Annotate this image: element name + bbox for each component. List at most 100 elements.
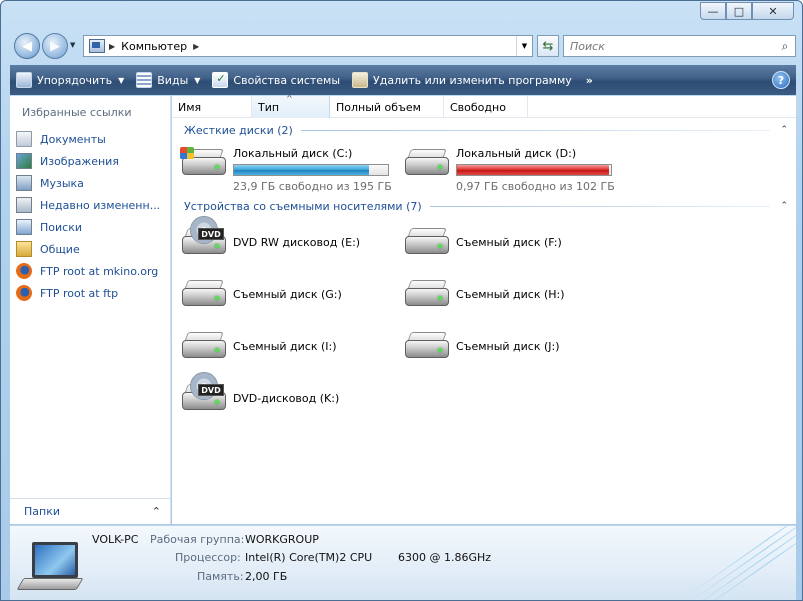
sidebar-item-public[interactable]: Общие <box>16 238 166 260</box>
group-removable[interactable]: Устройства со съемными носителями (7) ⌃ <box>184 198 788 214</box>
group-hard-disks[interactable]: Жесткие диски (2) ⌃ <box>184 122 788 138</box>
usage-bar <box>456 164 612 176</box>
collapse-icon[interactable]: ⌃ <box>780 201 788 211</box>
drive-e[interactable]: DVD DVD RW дисковод (E:) <box>180 216 400 264</box>
organize-icon <box>16 72 32 88</box>
breadcrumb-chevron-icon[interactable]: ▶ <box>109 42 115 51</box>
minimize-button[interactable]: — <box>700 2 726 20</box>
sidebar-item-label: Документы <box>40 132 106 146</box>
decorative-swoosh <box>676 526 796 600</box>
breadcrumb-computer[interactable]: Компьютер <box>121 40 187 53</box>
free-space-text: 23,9 ГБ свободно из 195 ГБ <box>233 180 392 193</box>
drive-j[interactable]: Съемный диск (J:) <box>403 324 623 368</box>
sidebar-item-label: Общие <box>40 242 80 256</box>
music-icon <box>16 175 32 191</box>
system-properties-icon <box>212 72 229 88</box>
navigation-bar: ◀ ▶ ▼ ▶ Компьютер ▶ ▼ ⇆ ⌕ <box>11 31 797 61</box>
maximize-icon: □ <box>733 4 745 18</box>
sidebar-item-label: FTP root at mkino.org <box>40 264 159 278</box>
documents-icon <box>16 131 32 147</box>
drive-d[interactable]: Локальный диск (D:) 0,97 ГБ свободно из … <box>403 141 623 193</box>
drive-f[interactable]: Съемный диск (F:) <box>403 220 623 264</box>
close-icon: ✕ <box>768 4 778 18</box>
address-bar[interactable]: ▶ Компьютер ▶ ▼ <box>83 35 533 57</box>
search-icon[interactable]: ⌕ <box>775 39 795 54</box>
firefox-icon <box>16 263 32 279</box>
firefox-icon <box>16 285 32 301</box>
workgroup-value-row: WORKGROUP <box>245 533 319 546</box>
uninstall-program-button[interactable]: Удалить или изменить программу <box>346 65 578 95</box>
sidebar-item-ftp-root[interactable]: FTP root at ftp <box>16 282 166 304</box>
cpu-value: Intel(R) Core(TM)2 CPU <box>245 551 373 564</box>
cpu-label-row: Процессор: <box>175 551 241 564</box>
system-properties-button[interactable]: Свойства системы <box>206 65 346 95</box>
cpu-model: 6300 @ 1.86GHz <box>398 551 492 564</box>
refresh-icon: ⇆ <box>542 38 554 54</box>
usage-bar <box>233 164 389 176</box>
breadcrumb-chevron-icon[interactable]: ▶ <box>193 42 199 51</box>
close-button[interactable]: ✕ <box>752 2 794 20</box>
views-button[interactable]: Виды ▼ <box>130 65 206 95</box>
computer-name: VOLK-PC <box>92 533 139 546</box>
cpu-label: Процессор: <box>175 551 241 564</box>
back-button[interactable]: ◀ <box>14 33 40 59</box>
recent-pages-dropdown[interactable]: ▼ <box>70 41 75 49</box>
sidebar-item-ftp-mkino[interactable]: FTP root at mkino.org <box>16 260 166 282</box>
removable-disk-icon <box>180 278 228 312</box>
sidebar-item-label: Поиски <box>40 220 82 234</box>
chevron-down-icon: ▼ <box>118 75 125 85</box>
navigation-pane: Избранные ссылки Документы Изображения М… <box>10 96 171 524</box>
searches-icon <box>16 219 32 235</box>
folders-toggle[interactable]: Папки ⌃ <box>10 498 171 524</box>
sidebar-item-pictures[interactable]: Изображения <box>16 150 166 172</box>
drive-label: DVD RW дисковод (E:) <box>233 236 361 249</box>
toolbar-overflow-button[interactable]: » <box>578 65 601 95</box>
cpu-value-row: Intel(R) Core(TM)2 CPU <box>245 551 372 564</box>
minimize-icon: — <box>707 4 719 18</box>
sidebar-item-label: FTP root at ftp <box>40 286 119 300</box>
column-type-label: Тип <box>258 100 280 114</box>
drive-label: Съемный диск (G:) <box>233 288 342 301</box>
search-input[interactable] <box>570 39 775 53</box>
refresh-button[interactable]: ⇆ <box>537 35 559 57</box>
column-name[interactable]: Имя <box>172 96 252 118</box>
address-dropdown-icon[interactable]: ▼ <box>516 36 532 56</box>
sidebar-item-recent[interactable]: Недавно измененн... <box>16 194 166 216</box>
removable-disk-icon <box>180 330 228 364</box>
memory-value: 2,00 ГБ <box>245 570 288 583</box>
drive-g[interactable]: Съемный диск (G:) <box>180 272 400 316</box>
search-box[interactable]: ⌕ <box>563 35 796 57</box>
drive-label: DVD-дисковод (K:) <box>233 392 340 405</box>
sidebar-item-music[interactable]: Музыка <box>16 172 166 194</box>
group-divider <box>429 205 771 207</box>
command-toolbar: Упорядочить ▼ Виды ▼ Свойства системы Уд… <box>10 65 796 95</box>
views-label: Виды <box>157 73 189 87</box>
removable-disk-icon <box>403 330 451 364</box>
sort-ascending-icon: ^ <box>286 94 293 103</box>
sidebar-item-searches[interactable]: Поиски <box>16 216 166 238</box>
sidebar-item-label: Недавно измененн... <box>40 198 161 212</box>
collapse-icon[interactable]: ⌃ <box>780 125 788 135</box>
forward-arrow-icon: ▶ <box>50 38 60 54</box>
sidebar-item-documents[interactable]: Документы <box>16 128 166 150</box>
column-free-space[interactable]: Свободно <box>444 96 528 118</box>
column-type[interactable]: ^ Тип <box>252 94 330 118</box>
group-hard-disks-label: Жесткие диски (2) <box>184 123 293 137</box>
drive-c[interactable]: Локальный диск (C:) 23,9 ГБ свободно из … <box>180 141 400 193</box>
help-icon: ? <box>777 73 785 87</box>
computer-name-row: VOLK-PC <box>92 533 138 546</box>
forward-button[interactable]: ▶ <box>42 33 68 59</box>
drive-k[interactable]: DVD DVD-дисковод (K:) <box>180 372 400 420</box>
chevron-down-icon: ▼ <box>194 75 201 85</box>
group-divider <box>300 129 771 131</box>
drive-h[interactable]: Съемный диск (H:) <box>403 272 623 316</box>
help-button[interactable]: ? <box>772 71 790 89</box>
cpu-model-row: 6300 @ 1.86GHz <box>398 551 491 564</box>
column-total-size[interactable]: Полный объем <box>330 96 444 118</box>
drive-i[interactable]: Съемный диск (I:) <box>180 324 400 368</box>
maximize-button[interactable]: □ <box>726 2 752 20</box>
workgroup-value: WORKGROUP <box>245 533 319 546</box>
column-header: Имя ^ Тип Полный объем Свободно <box>172 94 796 118</box>
organize-label: Упорядочить <box>37 73 113 87</box>
organize-button[interactable]: Упорядочить ▼ <box>10 65 130 95</box>
